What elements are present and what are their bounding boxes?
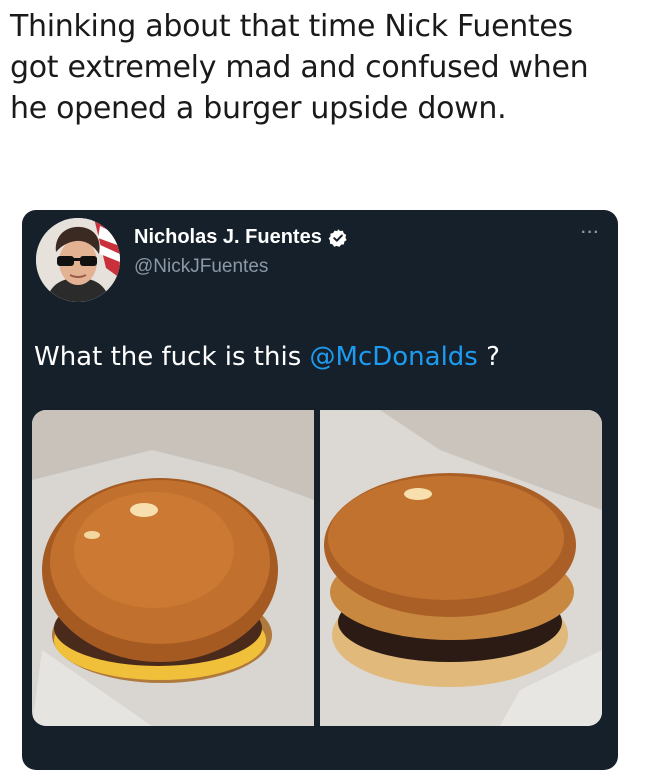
tweet-text: What the fuck is this @McDonalds ? [34, 342, 500, 372]
mention-link[interactable]: @McDonalds [310, 342, 478, 372]
display-name[interactable]: Nicholas J. Fuentes [134, 226, 322, 249]
meme-caption: Thinking about that time Nick Fuentes go… [10, 9, 589, 126]
more-options-icon[interactable]: ··· [581, 224, 600, 242]
tweet-card[interactable]: Nicholas J. Fuentes @NickJFuentes ··· Wh… [22, 210, 618, 770]
author-handle[interactable]: @NickJFuentes [134, 256, 268, 278]
avatar[interactable] [36, 218, 120, 302]
burger-photo-1[interactable] [32, 410, 314, 726]
verified-badge-icon [328, 228, 347, 247]
avatar-image [36, 218, 120, 302]
burger-photo-2[interactable] [320, 410, 602, 726]
tweet-media[interactable] [32, 410, 602, 726]
burger-image-1 [32, 410, 314, 726]
tweet-text-tail: ? [477, 342, 500, 372]
burger-image-2 [320, 410, 602, 726]
tweet-text-body: What the fuck is this [34, 342, 310, 372]
author-name-row[interactable]: Nicholas J. Fuentes [134, 226, 348, 249]
